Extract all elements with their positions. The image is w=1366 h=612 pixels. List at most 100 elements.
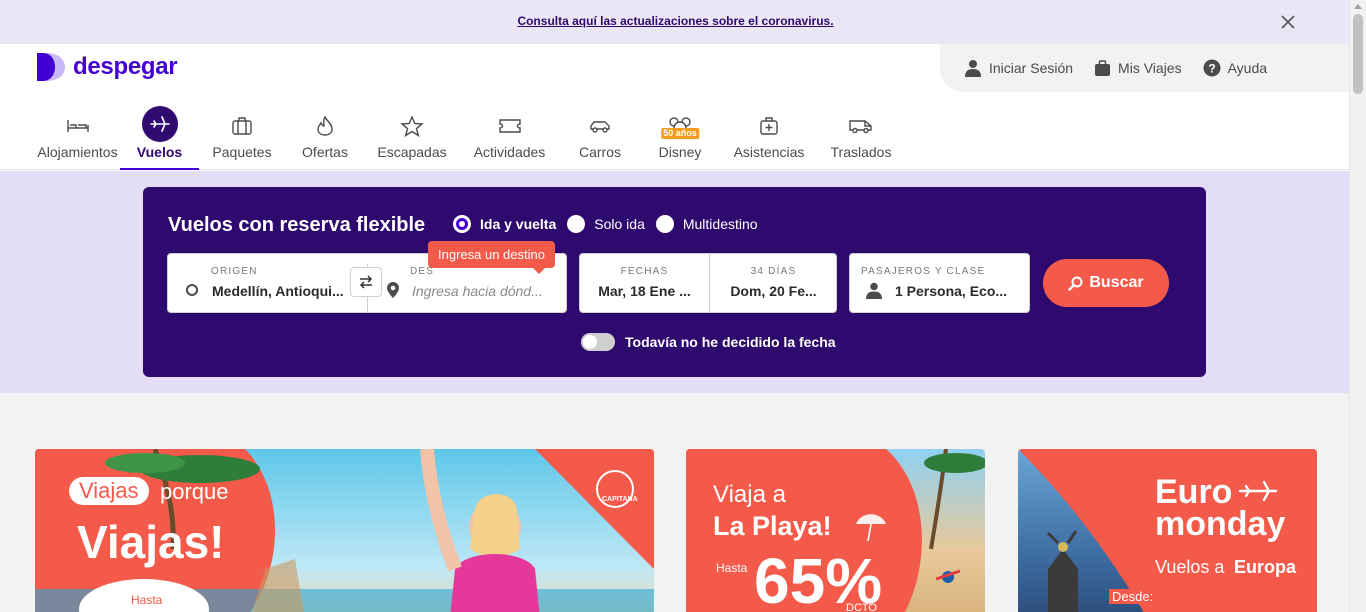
- product-nav: Alojamientos Vuelos Paquetes Ofertas Esc…: [0, 102, 960, 170]
- promo-1-hasta-label: Hasta: [131, 593, 163, 607]
- origin-circle-icon: [186, 284, 198, 296]
- passengers-label: PASAJEROS Y CLASE: [861, 266, 986, 277]
- svg-text:?: ?: [1208, 62, 1215, 76]
- promo-banner-viajas[interactable]: Viajas porque Viajas! Hasta CAPITANA: [35, 449, 654, 612]
- passengers-field[interactable]: PASAJEROS Y CLASE 1 Persona, Eco...: [849, 253, 1030, 313]
- help-label: Ayuda: [1227, 60, 1268, 76]
- search-button[interactable]: Buscar: [1043, 259, 1169, 307]
- radio-checked-icon: [453, 215, 471, 233]
- trip-type-multi-destination[interactable]: Multidestino: [655, 215, 758, 233]
- promo-3-monday: monday: [1155, 505, 1286, 543]
- return-date-field[interactable]: 34 DÍAS Dom, 20 Fe...: [710, 254, 837, 312]
- scrollbar-thumb[interactable]: [1353, 14, 1363, 94]
- nav-label: Traslados: [830, 144, 892, 160]
- bag-icon: [224, 108, 260, 144]
- radio-unchecked-icon: [655, 215, 674, 233]
- covid-update-link[interactable]: Consulta aquí las actualizaciones sobre …: [0, 14, 1351, 28]
- close-icon[interactable]: [1279, 13, 1297, 31]
- promo-2-line1: Viaja a: [713, 481, 786, 508]
- return-date-value: Dom, 20 Fe...: [730, 283, 817, 299]
- nav-item-ofertas[interactable]: Ofertas: [290, 102, 360, 170]
- promo-1-headline: Viajas!: [77, 516, 225, 568]
- nav-label: Carros: [578, 144, 621, 160]
- my-trips-button[interactable]: Mis Viajes: [1094, 59, 1182, 77]
- promo-2-dcto: DCTO: [846, 602, 877, 612]
- promo-1-viajas-pill: Viajas: [69, 477, 149, 505]
- trip-type-group: Ida y vuelta Solo ida Multidestino: [453, 215, 769, 233]
- promo-1-porque: porque: [160, 479, 229, 504]
- origin-destination-group: ORIGEN Medellín, Antioqui... DES Ingresa…: [167, 241, 567, 313]
- days-label: 34 DÍAS: [750, 266, 797, 277]
- despegar-logo-icon: [37, 53, 65, 81]
- trip-type-one-way[interactable]: Solo ida: [567, 215, 645, 233]
- promo-3-vuelos-a: Vuelos a: [1155, 557, 1225, 577]
- nav-item-escapadas[interactable]: Escapadas: [372, 102, 452, 170]
- destination-input[interactable]: Ingresa hacia dónd...: [412, 283, 543, 299]
- header: despegar Iniciar Sesión Mis Viajes ? Ayu…: [0, 44, 1349, 170]
- user-icon: [965, 60, 981, 77]
- dates-group: FECHAS Mar, 18 Ene ... 34 DÍAS Dom, 20 F…: [579, 253, 837, 313]
- medical-kit-icon: [751, 108, 787, 144]
- logo-text: despegar: [73, 53, 178, 80]
- swap-origin-destination-button[interactable]: [350, 267, 382, 297]
- shuttle-icon: [843, 108, 879, 144]
- bed-icon: [60, 108, 96, 144]
- login-button[interactable]: Iniciar Sesión: [964, 59, 1073, 77]
- radio-label: Multidestino: [682, 216, 758, 232]
- nav-item-paquetes[interactable]: Paquetes: [205, 102, 279, 170]
- search-icon: [1068, 276, 1083, 291]
- radio-unchecked-icon: [567, 215, 586, 233]
- nav-item-actividades[interactable]: Actividades: [468, 102, 551, 170]
- nav-label: Vuelos: [136, 144, 183, 160]
- origin-field[interactable]: ORIGEN Medellín, Antioqui...: [168, 254, 367, 312]
- radio-label: Solo ida: [594, 216, 645, 232]
- promo-banner-playa[interactable]: Viaja a La Playa! Hasta 65% DCTO: [686, 449, 985, 612]
- nav-item-vuelos[interactable]: Vuelos: [120, 102, 199, 170]
- nav-label: Actividades: [473, 144, 546, 160]
- departure-date-field[interactable]: FECHAS Mar, 18 Ene ...: [580, 254, 709, 312]
- origin-value: Medellín, Antioqui...: [212, 283, 344, 299]
- trip-type-round-trip[interactable]: Ida y vuelta: [453, 215, 556, 233]
- nav-label: Ofertas: [302, 144, 348, 160]
- promo-3-europa: Europa: [1234, 557, 1297, 577]
- nav-label: Escapadas: [377, 144, 447, 160]
- capitana-logo: CAPITANA: [602, 496, 638, 503]
- destination-tooltip: Ingresa un destino: [428, 241, 555, 274]
- passengers-value: 1 Persona, Eco...: [895, 283, 1008, 299]
- nav-label: Disney: [658, 144, 702, 160]
- origin-label: ORIGEN: [211, 266, 258, 277]
- search-button-label: Buscar: [1089, 274, 1144, 291]
- ticket-icon: [492, 108, 528, 144]
- suitcase-icon: [1095, 59, 1111, 76]
- nav-item-carros[interactable]: Carros: [570, 102, 630, 170]
- logo[interactable]: despegar: [35, 51, 178, 83]
- promo-banner-euromonday[interactable]: Euro monday Vuelos a Europa Desde:: [1018, 449, 1317, 612]
- promo-2-line2: La Playa!: [713, 511, 832, 541]
- promo-3-desde: Desde:: [1109, 589, 1157, 604]
- help-icon: ?: [1203, 59, 1221, 77]
- flexible-date-toggle[interactable]: [581, 333, 615, 351]
- user-menu: Iniciar Sesión Mis Viajes ? Ayuda: [940, 44, 1349, 92]
- scroll-up-arrow-icon[interactable]: [1354, 4, 1362, 9]
- nav-label: Paquetes: [212, 144, 272, 160]
- page-scrollbar[interactable]: [1349, 0, 1366, 612]
- covid-banner: Consulta aquí las actualizaciones sobre …: [0, 0, 1349, 44]
- dates-label: FECHAS: [620, 266, 669, 277]
- radio-label: Ida y vuelta: [480, 216, 557, 232]
- nav-item-asistencias[interactable]: Asistencias: [728, 102, 810, 170]
- departure-date-value: Mar, 18 Ene ...: [598, 283, 691, 299]
- flexible-date-row: Todavía no he decidido la fecha: [581, 333, 836, 351]
- disney-50-badge: 50 años: [661, 128, 699, 139]
- nav-item-disney[interactable]: 50 años Disney: [650, 102, 710, 170]
- flame-icon: [307, 108, 343, 144]
- help-button[interactable]: ? Ayuda: [1203, 59, 1267, 77]
- flight-search-box: Vuelos con reserva flexible Ida y vuelta…: [143, 187, 1206, 377]
- user-icon: [866, 282, 882, 299]
- swap-arrows-icon: [359, 275, 373, 289]
- nav-item-traslados[interactable]: Traslados: [826, 102, 896, 170]
- page: Consulta aquí las actualizaciones sobre …: [0, 0, 1366, 612]
- nav-label: Asistencias: [733, 144, 805, 160]
- plane-icon: [141, 106, 178, 142]
- nav-item-alojamientos[interactable]: Alojamientos: [35, 102, 120, 170]
- location-pin-icon: [387, 282, 399, 298]
